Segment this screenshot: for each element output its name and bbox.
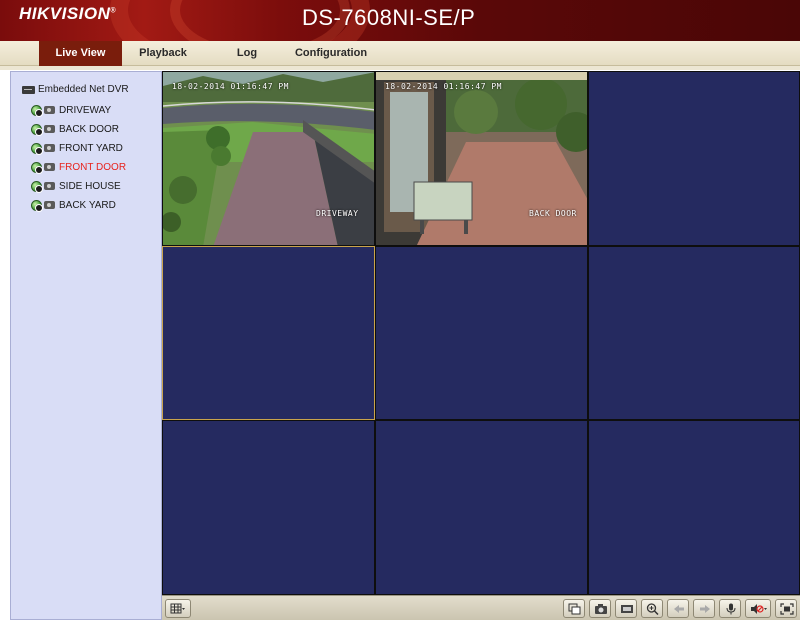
video-window-back-door[interactable]: 18-02-2014 01:16:47 PM BACK DOOR: [375, 71, 588, 246]
tab-log[interactable]: Log: [226, 41, 268, 66]
osd-timestamp: 18-02-2014 01:16:47 PM: [385, 82, 502, 91]
live-view-toolbar: [162, 595, 800, 620]
fullscreen-icon[interactable]: [775, 599, 797, 618]
device-model-title: DS-7608NI-SE/P: [302, 5, 476, 30]
camera-icon: [44, 163, 55, 171]
video-window-driveway[interactable]: 18-02-2014 01:16:47 PM DRIVEWAY: [162, 71, 375, 246]
video-window-selected[interactable]: [162, 246, 375, 420]
microphone-icon[interactable]: [719, 599, 741, 618]
camera-tree-panel: Embedded Net DVR DRIVEWAY BACK DOOR FRON…: [10, 71, 162, 620]
tree-root-dvr[interactable]: Embedded Net DVR: [22, 84, 129, 95]
camera-label: DRIVEWAY: [59, 104, 112, 116]
app-header: HIKVISION® DS-7608NI-SE/P: [0, 0, 800, 41]
record-icon[interactable]: [615, 599, 637, 618]
dvr-icon: [22, 85, 35, 94]
camera-item-front-door[interactable]: FRONT DOOR: [31, 160, 126, 174]
nav-separator: [0, 66, 800, 70]
stop-all-icon[interactable]: [563, 599, 585, 618]
prev-page-icon[interactable]: [667, 599, 689, 618]
tab-configuration[interactable]: Configuration: [287, 41, 375, 66]
video-window-empty[interactable]: [588, 420, 800, 595]
main-nav: Live View Playback Log Configuration: [0, 41, 800, 66]
osd-camera-name: DRIVEWAY: [316, 209, 359, 218]
channel-status-icon: [31, 199, 43, 212]
channel-status-icon: [31, 123, 43, 136]
camera-label: SIDE HOUSE: [59, 180, 121, 192]
camera-icon: [44, 125, 55, 133]
camera-label: BACK DOOR: [59, 123, 120, 135]
osd-camera-name: BACK DOOR: [529, 209, 577, 218]
camera-icon: [44, 201, 55, 209]
camera-item-driveway[interactable]: DRIVEWAY: [31, 103, 111, 117]
driveway-camera-image: [163, 72, 374, 245]
camera-label: BACK YARD: [59, 199, 116, 211]
tree-root-label: Embedded Net DVR: [38, 84, 129, 95]
video-window-empty[interactable]: [375, 420, 588, 595]
osd-timestamp: 18-02-2014 01:16:47 PM: [172, 82, 289, 91]
video-window-empty[interactable]: [162, 420, 375, 595]
camera-icon: [44, 182, 55, 190]
camera-icon: [44, 106, 55, 114]
brand-logo: HIKVISION®: [19, 4, 117, 23]
camera-label: FRONT DOOR: [59, 161, 127, 173]
layout-grid-icon[interactable]: [165, 599, 191, 618]
camera-icon: [44, 144, 55, 152]
channel-status-icon: [31, 104, 43, 117]
next-page-icon[interactable]: [693, 599, 715, 618]
video-window-empty[interactable]: [588, 71, 800, 246]
channel-status-icon: [31, 161, 43, 174]
video-window-empty[interactable]: [588, 246, 800, 420]
camera-item-back-door[interactable]: BACK DOOR: [31, 122, 119, 136]
channel-status-icon: [31, 180, 43, 193]
zoom-icon[interactable]: [641, 599, 663, 618]
camera-item-front-yard[interactable]: FRONT YARD: [31, 141, 123, 155]
snapshot-icon[interactable]: [589, 599, 611, 618]
tab-live-view[interactable]: Live View: [39, 41, 122, 66]
tab-playback[interactable]: Playback: [130, 41, 196, 66]
live-view-grid: 18-02-2014 01:16:47 PM DRIVEWAY 18-02-20…: [162, 71, 800, 595]
channel-status-icon: [31, 142, 43, 155]
video-window-empty[interactable]: [375, 246, 588, 420]
volume-icon[interactable]: [745, 599, 771, 618]
back-door-camera-image: [376, 72, 587, 245]
camera-label: FRONT YARD: [59, 142, 123, 154]
camera-item-side-house[interactable]: SIDE HOUSE: [31, 179, 121, 193]
camera-item-back-yard[interactable]: BACK YARD: [31, 198, 116, 212]
